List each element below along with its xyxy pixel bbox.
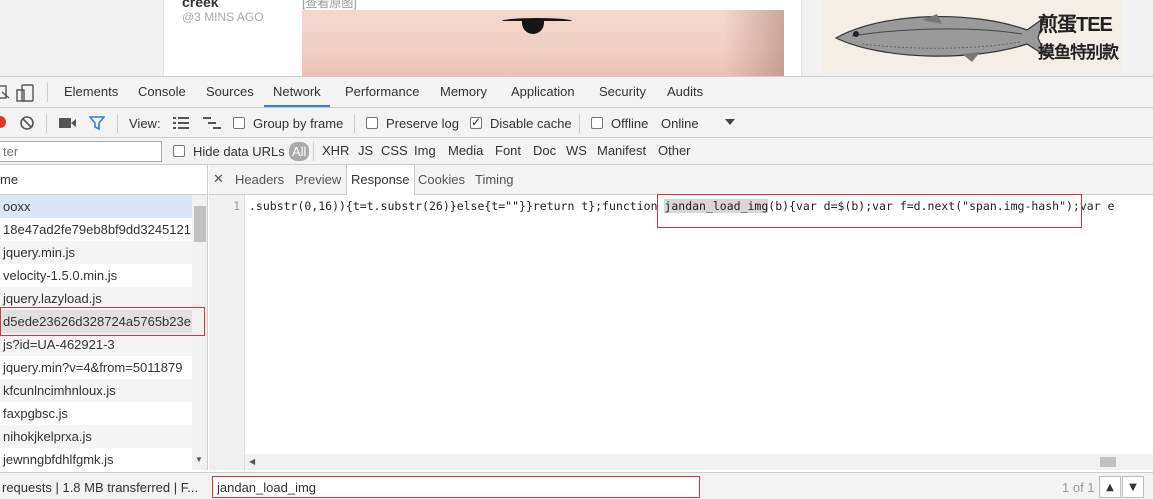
scroll-down-arrow-icon[interactable]: ▼ — [195, 455, 203, 464]
disable-cache-checkbox[interactable] — [470, 115, 482, 129]
devtools-panel: Elements Console Sources Network Perform… — [0, 76, 1153, 499]
network-toolbar: View: Group by frame Preserve log Disabl… — [0, 108, 1153, 138]
camera-icon[interactable] — [59, 116, 77, 130]
chevron-down-icon: ▼ — [1129, 481, 1137, 493]
toolbar-divider — [354, 114, 355, 133]
type-filter-css[interactable]: CSS — [381, 143, 408, 158]
record-icon[interactable] — [0, 116, 6, 128]
filter-bar: Hide data URLs All XHR JS CSS Img Media … — [0, 138, 1153, 165]
code-text-before: .substr(0,16)){t=t.substr(26)}else{t=""}… — [249, 199, 665, 213]
post-author[interactable]: creek — [182, 0, 219, 10]
horizontal-scroll-thumb[interactable] — [1100, 457, 1116, 467]
request-row[interactable]: kfcunlncimhnloux.js — [0, 379, 192, 402]
device-toolbar-icon[interactable] — [16, 83, 36, 103]
tab-sources[interactable]: Sources — [206, 77, 254, 107]
filter-input[interactable] — [0, 141, 162, 162]
annotation-box-request — [0, 307, 205, 336]
request-row[interactable]: 18e47ad2fe79eb8bf9dd3245121 — [0, 218, 192, 241]
chevron-down-icon[interactable] — [724, 116, 736, 128]
type-filter-all[interactable]: All — [289, 142, 310, 161]
toolbar-divider — [117, 114, 118, 133]
post-card: creek @3 MINS AGO [查看原图] — [163, 0, 802, 76]
tab-application[interactable]: Application — [511, 77, 575, 107]
tab-console[interactable]: Console — [138, 77, 186, 107]
tab-performance[interactable]: Performance — [345, 77, 419, 107]
offline-checkbox[interactable] — [591, 117, 603, 129]
name-column-label: me — [0, 172, 19, 187]
ad-title: 煎蛋TEE — [1038, 14, 1113, 36]
response-viewer[interactable]: 1 .substr(0,16)){t=t.substr(26)}else{t="… — [209, 195, 1153, 470]
tab-elements[interactable]: Elements — [64, 77, 118, 107]
toolbar-divider — [579, 114, 580, 133]
status-summary: requests | 1.8 MB transferred | F... — [2, 480, 199, 495]
view-label: View: — [129, 116, 161, 131]
search-input[interactable] — [212, 476, 700, 498]
clear-icon[interactable] — [19, 115, 35, 131]
type-filter-font[interactable]: Font — [495, 143, 521, 158]
offline-label[interactable]: Offline — [611, 116, 648, 131]
hide-data-urls-label[interactable]: Hide data URLs — [193, 144, 285, 159]
horizontal-scrollbar[interactable]: ◀ — [245, 454, 1153, 470]
type-filter-xhr[interactable]: XHR — [322, 143, 349, 158]
tabbar-divider — [47, 83, 48, 102]
type-filter-img[interactable]: Img — [414, 143, 436, 158]
request-row[interactable]: js?id=UA-462921-3 — [0, 333, 192, 356]
preserve-log-label[interactable]: Preserve log — [386, 116, 459, 131]
type-filter-doc[interactable]: Doc — [533, 143, 556, 158]
ad-banner[interactable]: 煎蛋TEE 摸鱼特别款 — [822, 0, 1122, 73]
post-time: @3 MINS AGO — [182, 10, 264, 24]
request-row[interactable]: velocity-1.5.0.min.js — [0, 264, 192, 287]
tab-headers[interactable]: Headers — [235, 165, 284, 195]
search-match-count: 1 of 1 — [1062, 480, 1095, 495]
line-number: 1 — [233, 199, 240, 213]
waterfall-view-icon[interactable] — [203, 116, 221, 130]
tab-response[interactable]: Response — [346, 165, 415, 196]
filter-divider — [313, 142, 314, 161]
group-by-frame-checkbox[interactable] — [233, 117, 245, 129]
filter-icon[interactable] — [89, 115, 105, 131]
detail-tabbar: ✕ Headers Preview Response Cookies Timin… — [209, 165, 1153, 196]
tab-memory[interactable]: Memory — [440, 77, 487, 107]
request-row-ooxx[interactable]: ooxx — [0, 195, 192, 218]
request-row[interactable]: jquery.min?v=4&from=5011879 — [0, 356, 192, 379]
hide-data-urls-checkbox[interactable] — [173, 145, 185, 157]
search-prev-button[interactable]: ▲ — [1099, 476, 1121, 498]
devtools-tabbar: Elements Console Sources Network Perform… — [0, 77, 1153, 108]
close-icon[interactable]: ✕ — [213, 165, 224, 193]
chevron-up-icon: ▲ — [1106, 481, 1114, 493]
type-filter-js[interactable]: JS — [358, 143, 373, 158]
webpage-area: creek @3 MINS AGO [查看原图] 煎蛋TEE 摸鱼特别款 — [0, 0, 1153, 76]
throttling-select[interactable]: Online — [661, 116, 699, 131]
tab-timing[interactable]: Timing — [475, 165, 514, 195]
line-gutter: 1 — [209, 195, 245, 470]
name-column-header[interactable]: me — [0, 165, 208, 195]
request-row[interactable]: jquery.min.js — [0, 241, 192, 264]
request-row[interactable]: faxpgbsc.js — [0, 402, 192, 425]
preserve-log-checkbox[interactable] — [366, 117, 378, 129]
scroll-left-arrow-icon[interactable]: ◀ — [249, 457, 255, 466]
status-bar: requests | 1.8 MB transferred | F... 1 o… — [0, 472, 1153, 499]
tab-network[interactable]: Network — [264, 77, 330, 107]
disable-cache-label[interactable]: Disable cache — [490, 116, 572, 131]
request-row[interactable]: nihokjkelprxa.js — [0, 425, 192, 448]
tab-cookies[interactable]: Cookies — [418, 165, 465, 195]
post-image[interactable] — [302, 10, 784, 76]
tab-security[interactable]: Security — [599, 77, 646, 107]
inspect-element-icon[interactable] — [0, 83, 10, 101]
toolbar-divider — [46, 114, 47, 133]
tab-preview[interactable]: Preview — [295, 165, 341, 195]
ad-subtitle: 摸鱼特别款 — [1038, 43, 1119, 62]
type-filter-ws[interactable]: WS — [566, 143, 587, 158]
request-list-scroll-thumb[interactable] — [194, 206, 206, 242]
type-filter-other[interactable]: Other — [658, 143, 691, 158]
group-by-frame-label[interactable]: Group by frame — [253, 116, 343, 131]
type-filter-media[interactable]: Media — [448, 143, 483, 158]
request-row[interactable]: jewnngbfdhlfgmk.js — [0, 448, 192, 470]
type-filter-manifest[interactable]: Manifest — [597, 143, 646, 158]
list-view-icon[interactable] — [173, 116, 189, 130]
annotation-box-code — [657, 194, 1082, 228]
search-next-button[interactable]: ▼ — [1122, 476, 1144, 498]
tab-audits[interactable]: Audits — [667, 77, 703, 107]
